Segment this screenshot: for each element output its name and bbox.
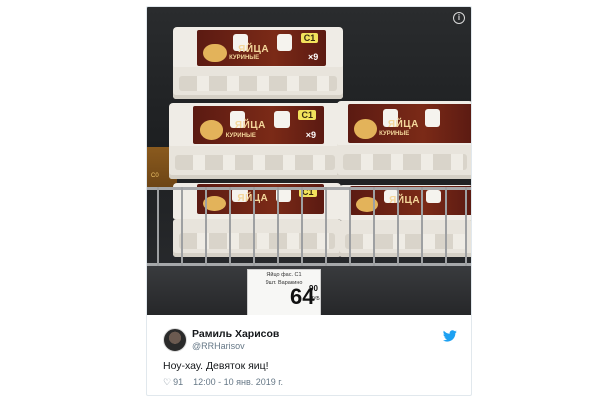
carton-grade: С1 <box>300 33 319 44</box>
rail-rod <box>205 187 207 266</box>
rail-rod <box>349 187 351 266</box>
rail-rod <box>397 187 399 266</box>
carton-title: ЯЙЦА <box>234 120 266 132</box>
info-icon[interactable]: i <box>453 12 465 24</box>
tweet-body: Рамиль Харисов @RRHarisov Ноу-хау. Девят… <box>147 315 471 395</box>
like-count[interactable]: 91 <box>173 377 183 387</box>
carton-count: ×9 <box>307 52 319 63</box>
carton-subtitle: КУРИНЫЕ <box>379 131 410 138</box>
carton-title: ЯЙЦА <box>238 43 270 55</box>
carton-tray <box>173 61 343 99</box>
rail-rod <box>277 187 279 266</box>
carton-label: ЯЙЦА КУРИНЫЕ С1 ×9 <box>196 29 326 66</box>
rail-rod <box>325 187 327 266</box>
rail-rod <box>229 187 231 266</box>
tweet-meta: ♡ 91 12:00 - 10 янв. 2019 г. <box>163 377 283 388</box>
price-currency: РУБ <box>310 296 320 302</box>
twitter-bird-icon[interactable] <box>443 330 457 342</box>
carton-subtitle: КУРИНЫЕ <box>225 132 256 139</box>
avatar[interactable] <box>163 328 187 352</box>
egg-carton: ЯЙЦА КУРИНЫЕ С1 ×9 <box>169 103 341 179</box>
carton-window <box>274 110 290 129</box>
carton-label: ЯЙЦА КУРИНЫЕ С1 ×9 <box>193 106 324 145</box>
tweet-photo[interactable]: i С0 ЯЙЦА КУРИНЫЕ С1 ×9 ЯЙЦА КУРИНЫЕ С1 … <box>147 7 471 315</box>
carton-subtitle: КУРИНЫЕ <box>229 55 260 62</box>
price-kopecks: 90 <box>309 284 318 293</box>
shelf-rail <box>147 187 471 267</box>
author-name[interactable]: Рамиль Харисов <box>192 328 279 340</box>
rail-rod <box>157 187 159 266</box>
rail-rod <box>373 187 375 266</box>
rail-rod <box>465 187 467 266</box>
carton-title: ЯЙЦА <box>387 118 419 130</box>
carton-count: ×9 <box>305 130 316 141</box>
carton-window <box>276 34 293 51</box>
price-tag-product: Яйцо фас. С1 <box>266 272 302 278</box>
egg-carton: ЯЙЦА КУРИНЫЕ <box>337 101 471 179</box>
heart-icon[interactable]: ♡ <box>163 377 171 388</box>
tweet-card: i С0 ЯЙЦА КУРИНЫЕ С1 ×9 ЯЙЦА КУРИНЫЕ С1 … <box>146 6 472 396</box>
carton-grade: С1 <box>298 109 316 120</box>
egg-carton: ЯЙЦА КУРИНЫЕ С1 ×9 <box>173 27 343 99</box>
egg-graphic <box>203 43 227 63</box>
carton-window <box>425 108 441 127</box>
carton-label: ЯЙЦА КУРИНЫЕ <box>347 104 471 144</box>
egg-graphic <box>199 120 224 141</box>
rail-rod <box>181 187 183 266</box>
rail-rod <box>301 187 303 266</box>
tweet-text: Ноу-хау. Девяток яиц! <box>163 360 269 372</box>
rail-rod <box>445 187 447 266</box>
rail-rod <box>421 187 423 266</box>
price-tag: Яйцо фас. С1 9шт. Варакино 64 90 РУБ <box>247 269 321 315</box>
tweet-timestamp[interactable]: 12:00 - 10 янв. 2019 г. <box>193 377 283 387</box>
rail-rod <box>253 187 255 266</box>
author-handle[interactable]: @RRHarisov <box>192 341 245 351</box>
egg-graphic <box>354 118 377 140</box>
